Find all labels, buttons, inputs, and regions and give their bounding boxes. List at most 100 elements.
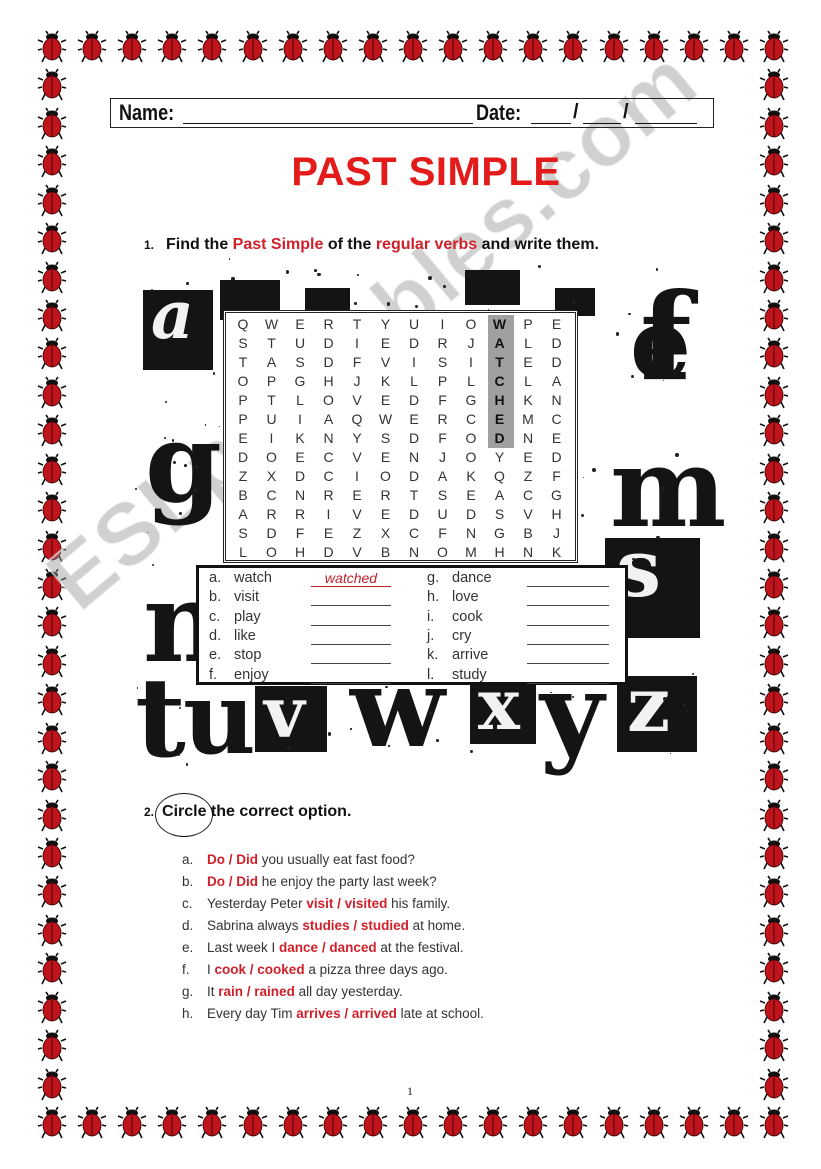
grid-letter[interactable]: A <box>315 410 343 429</box>
grid-letter[interactable]: G <box>286 372 314 391</box>
grid-letter[interactable]: C <box>315 448 343 467</box>
option-b[interactable]: studied <box>361 918 409 933</box>
grid-letter[interactable]: L <box>400 372 428 391</box>
grid-letter[interactable]: T <box>258 391 286 410</box>
grid-letter[interactable]: F <box>286 524 314 543</box>
date-year-field[interactable] <box>635 123 697 124</box>
grid-letter[interactable]: U <box>429 505 457 524</box>
grid-letter[interactable]: N <box>543 391 571 410</box>
grid-letter[interactable]: E <box>372 391 400 410</box>
grid-letter[interactable]: D <box>400 467 428 486</box>
grid-letter[interactable]: N <box>315 429 343 448</box>
grid-letter[interactable]: K <box>514 391 542 410</box>
option-b[interactable]: danced <box>329 940 376 955</box>
grid-letter[interactable]: W <box>486 315 514 334</box>
option-b[interactable]: Did <box>236 852 258 867</box>
grid-letter[interactable]: F <box>343 353 371 372</box>
option-a[interactable]: dance <box>279 940 318 955</box>
grid-letter[interactable]: D <box>543 353 571 372</box>
grid-letter[interactable]: T <box>229 353 257 372</box>
grid-letter[interactable]: K <box>543 543 571 562</box>
grid-letter[interactable]: D <box>486 429 514 448</box>
grid-letter[interactable]: J <box>543 524 571 543</box>
grid-letter[interactable]: U <box>400 315 428 334</box>
grid-letter[interactable]: N <box>400 543 428 562</box>
grid-letter[interactable]: I <box>457 353 485 372</box>
grid-letter[interactable]: E <box>229 429 257 448</box>
grid-letter[interactable]: E <box>286 448 314 467</box>
answer-blank[interactable] <box>527 571 609 587</box>
grid-letter[interactable]: U <box>286 334 314 353</box>
grid-letter[interactable]: D <box>400 334 428 353</box>
grid-letter[interactable]: D <box>400 391 428 410</box>
grid-letter[interactable]: I <box>286 410 314 429</box>
grid-letter[interactable]: E <box>372 505 400 524</box>
grid-letter[interactable]: I <box>429 315 457 334</box>
grid-letter[interactable]: J <box>343 372 371 391</box>
grid-letter[interactable]: A <box>258 353 286 372</box>
grid-letter[interactable]: Z <box>229 467 257 486</box>
grid-letter[interactable]: Y <box>372 315 400 334</box>
grid-letter[interactable]: D <box>543 334 571 353</box>
grid-letter[interactable]: L <box>286 391 314 410</box>
grid-letter[interactable]: C <box>514 486 542 505</box>
grid-letter[interactable]: R <box>315 315 343 334</box>
grid-letter[interactable]: S <box>229 524 257 543</box>
grid-letter[interactable]: G <box>486 524 514 543</box>
grid-letter[interactable]: C <box>315 467 343 486</box>
grid-letter[interactable]: O <box>457 429 485 448</box>
grid-letter[interactable]: S <box>286 353 314 372</box>
answer-blank[interactable] <box>527 648 609 665</box>
grid-letter[interactable]: T <box>486 353 514 372</box>
grid-letter[interactable]: R <box>315 486 343 505</box>
grid-letter[interactable]: C <box>457 410 485 429</box>
grid-letter[interactable]: P <box>229 410 257 429</box>
grid-letter[interactable]: D <box>400 429 428 448</box>
grid-letter[interactable]: J <box>429 448 457 467</box>
grid-letter[interactable]: S <box>486 505 514 524</box>
grid-letter[interactable]: R <box>372 486 400 505</box>
grid-letter[interactable]: Q <box>486 467 514 486</box>
grid-letter[interactable]: B <box>514 524 542 543</box>
grid-letter[interactable]: T <box>343 315 371 334</box>
grid-letter[interactable]: K <box>457 467 485 486</box>
grid-letter[interactable]: H <box>315 372 343 391</box>
grid-letter[interactable]: I <box>343 467 371 486</box>
grid-letter[interactable]: G <box>543 486 571 505</box>
grid-letter[interactable]: M <box>514 410 542 429</box>
grid-letter[interactable]: P <box>229 391 257 410</box>
grid-letter[interactable]: S <box>229 334 257 353</box>
grid-letter[interactable]: A <box>486 334 514 353</box>
grid-letter[interactable]: E <box>486 410 514 429</box>
option-a[interactable]: rain <box>218 984 243 999</box>
grid-letter[interactable]: X <box>372 524 400 543</box>
grid-letter[interactable]: E <box>514 448 542 467</box>
option-b[interactable]: arrived <box>352 1006 397 1021</box>
grid-letter[interactable]: O <box>229 372 257 391</box>
grid-letter[interactable]: D <box>286 467 314 486</box>
grid-letter[interactable]: E <box>372 448 400 467</box>
grid-letter[interactable]: E <box>514 353 542 372</box>
grid-letter[interactable]: A <box>229 505 257 524</box>
grid-letter[interactable]: M <box>457 543 485 562</box>
grid-letter[interactable]: V <box>343 391 371 410</box>
grid-letter[interactable]: Q <box>229 315 257 334</box>
option-a[interactable]: arrives <box>296 1006 340 1021</box>
grid-letter[interactable]: O <box>258 448 286 467</box>
grid-letter[interactable]: E <box>315 524 343 543</box>
grid-letter[interactable]: D <box>457 505 485 524</box>
grid-letter[interactable]: L <box>514 372 542 391</box>
grid-letter[interactable]: Q <box>343 410 371 429</box>
grid-letter[interactable]: V <box>343 448 371 467</box>
grid-letter[interactable]: O <box>258 543 286 562</box>
grid-letter[interactable]: S <box>429 353 457 372</box>
grid-letter[interactable]: O <box>457 315 485 334</box>
grid-letter[interactable]: B <box>229 486 257 505</box>
grid-letter[interactable]: N <box>286 486 314 505</box>
grid-letter[interactable]: E <box>457 486 485 505</box>
grid-letter[interactable]: P <box>514 315 542 334</box>
grid-letter[interactable]: V <box>514 505 542 524</box>
grid-letter[interactable]: D <box>229 448 257 467</box>
option-a[interactable]: Do <box>207 852 225 867</box>
grid-letter[interactable]: F <box>543 467 571 486</box>
